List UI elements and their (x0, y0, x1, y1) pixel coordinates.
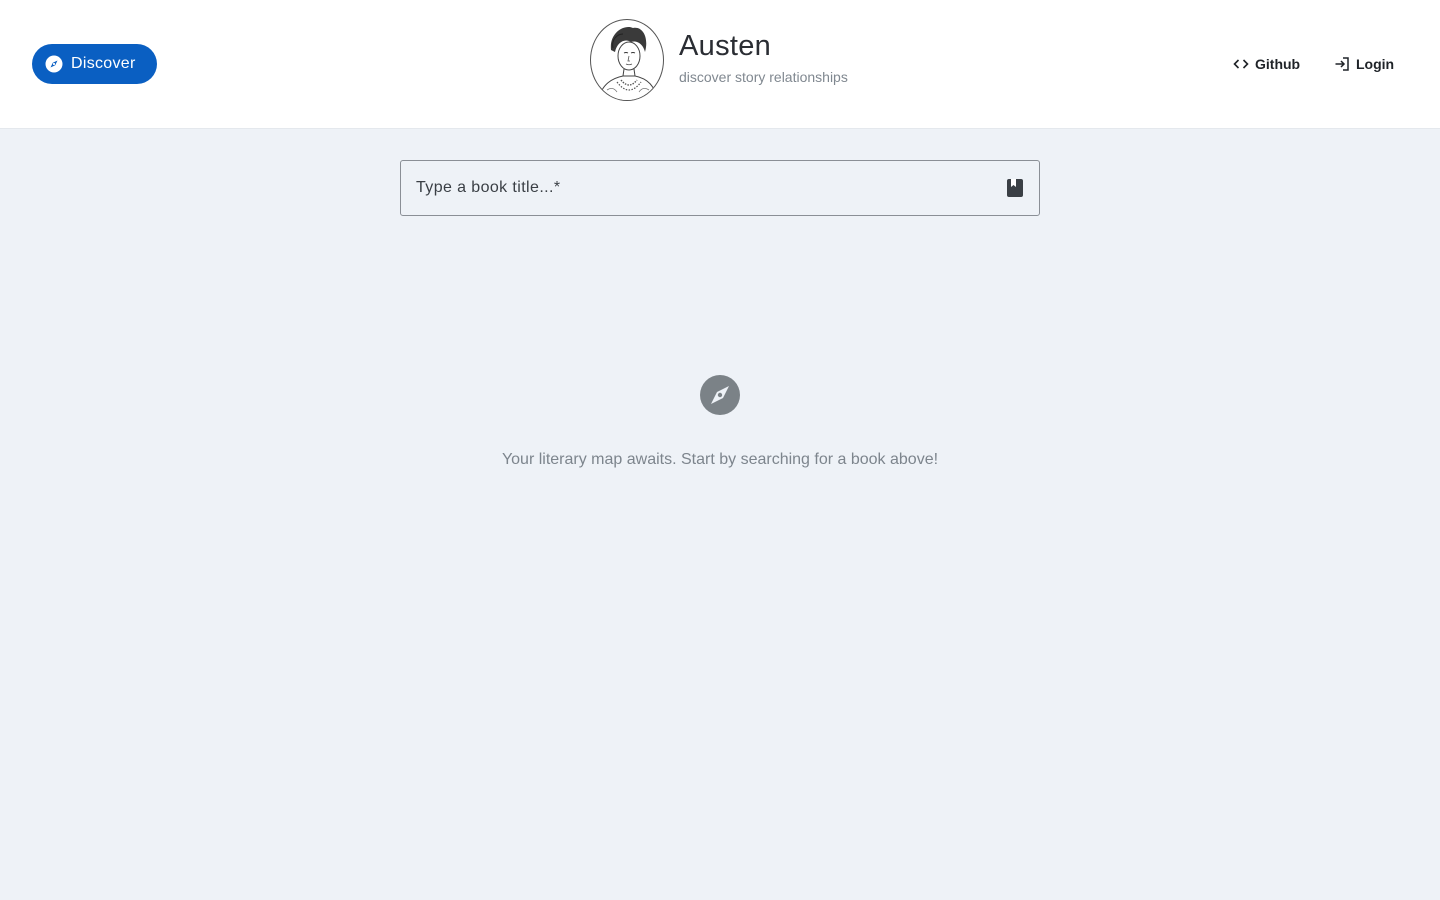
login-link[interactable]: Login (1334, 54, 1394, 74)
github-link[interactable]: Github (1233, 54, 1300, 74)
discover-button[interactable]: Discover (32, 44, 157, 84)
brand: Austen discover story relationships (590, 19, 848, 101)
book-search-input[interactable] (416, 179, 1005, 197)
empty-state-message: Your literary map awaits. Start by searc… (501, 451, 939, 468)
book-icon[interactable] (1005, 177, 1025, 199)
code-icon (1233, 56, 1249, 72)
login-icon (1334, 56, 1350, 72)
app-title: Austen (679, 29, 772, 62)
login-label: Login (1356, 56, 1395, 72)
book-search-field[interactable] (400, 160, 1040, 216)
github-label: Github (1255, 56, 1301, 72)
austen-portrait-logo (590, 19, 664, 101)
app-header: Discover Austen discover story relations… (0, 0, 1440, 128)
app-subtitle: discover story relationships (679, 68, 848, 85)
compass-icon (699, 374, 741, 416)
compass-icon (45, 55, 63, 73)
discover-label: Discover (71, 55, 136, 72)
